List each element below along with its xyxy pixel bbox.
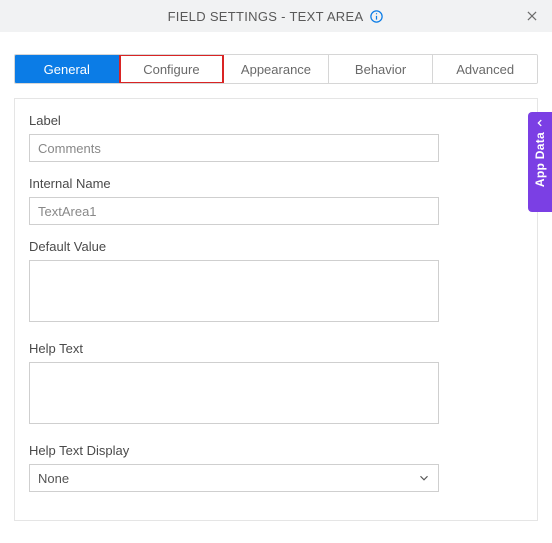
field-internal-name-row: Internal Name	[29, 176, 523, 225]
help-text-label: Help Text	[29, 341, 523, 356]
tab-label: Advanced	[456, 62, 514, 77]
field-default-value-row: Default Value	[29, 239, 523, 327]
chevron-left-icon	[535, 118, 545, 128]
label-input[interactable]	[29, 134, 439, 162]
app-data-side-tab[interactable]: App Data	[528, 112, 552, 212]
tab-bar: General Configure Appearance Behavior Ad…	[14, 54, 538, 84]
settings-panel: Label Internal Name Default Value Help T…	[14, 98, 538, 521]
field-label-row: Label	[29, 113, 523, 162]
side-tab-label: App Data	[533, 132, 547, 187]
dialog-title: FIELD SETTINGS - TEXT AREA	[168, 9, 364, 24]
help-text-display-select[interactable]: None	[29, 464, 439, 492]
info-icon[interactable]	[369, 9, 384, 24]
tab-appearance[interactable]: Appearance	[224, 55, 329, 83]
default-value-textarea[interactable]	[29, 260, 439, 322]
help-text-display-label: Help Text Display	[29, 443, 523, 458]
default-value-label: Default Value	[29, 239, 523, 254]
internal-name-label: Internal Name	[29, 176, 523, 191]
dialog-header: FIELD SETTINGS - TEXT AREA	[0, 0, 552, 32]
dialog-body: General Configure Appearance Behavior Ad…	[0, 32, 552, 521]
help-text-textarea[interactable]	[29, 362, 439, 424]
tab-advanced[interactable]: Advanced	[433, 55, 537, 83]
label-label: Label	[29, 113, 523, 128]
dialog-title-wrap: FIELD SETTINGS - TEXT AREA	[168, 9, 385, 24]
tab-label: Appearance	[241, 62, 311, 77]
tab-behavior[interactable]: Behavior	[329, 55, 434, 83]
field-help-text-display-row: Help Text Display None	[29, 443, 523, 492]
tab-label: General	[44, 62, 90, 77]
tab-general[interactable]: General	[15, 55, 120, 83]
tab-label: Behavior	[355, 62, 406, 77]
field-help-text-row: Help Text	[29, 341, 523, 429]
internal-name-input[interactable]	[29, 197, 439, 225]
tab-configure[interactable]: Configure	[120, 55, 225, 83]
close-button[interactable]	[520, 0, 544, 32]
tab-label: Configure	[143, 62, 199, 77]
help-text-display-select-wrap: None	[29, 464, 439, 492]
